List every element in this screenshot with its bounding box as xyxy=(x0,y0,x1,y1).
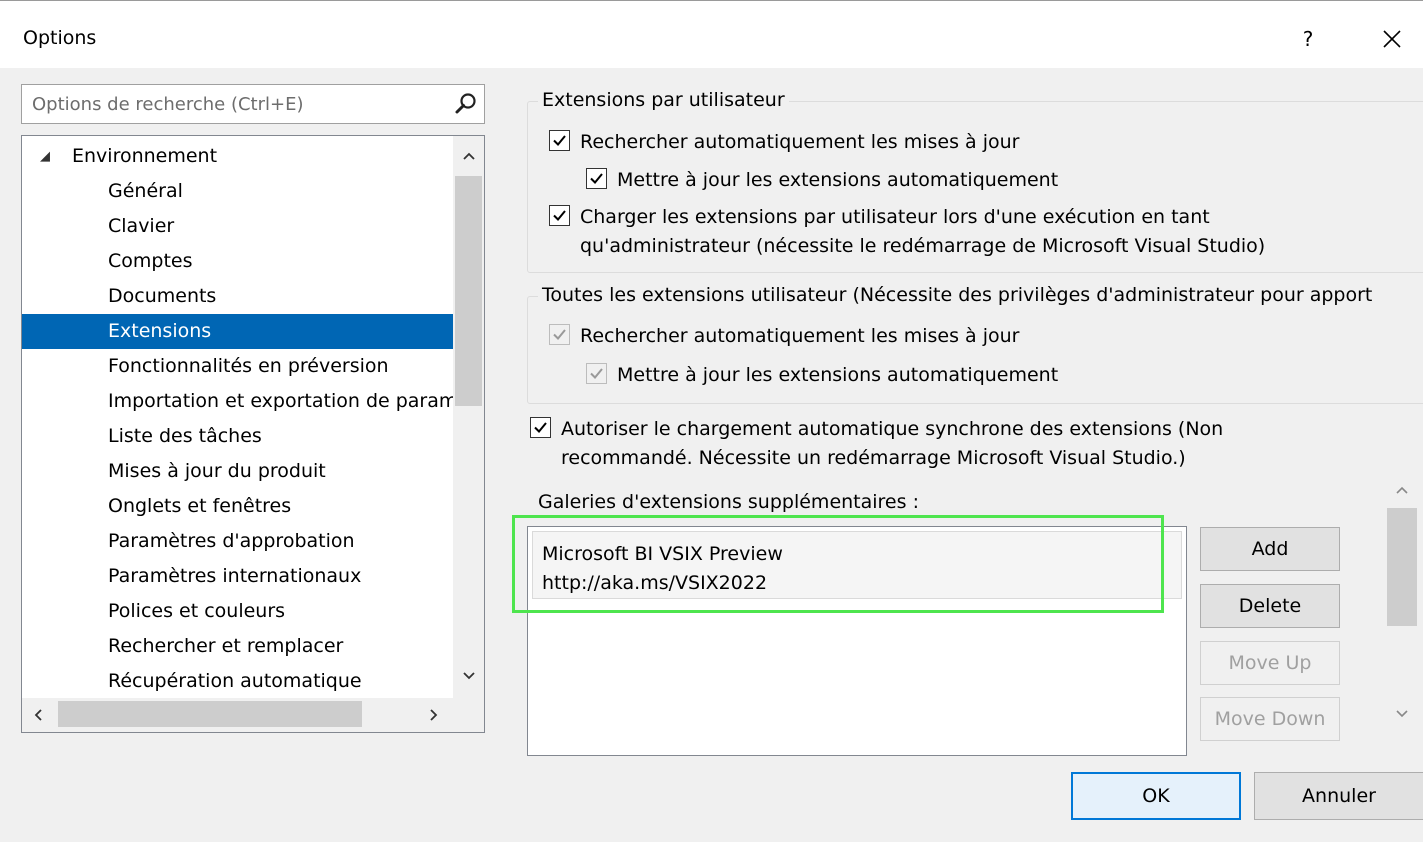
expand-arrow-icon[interactable]: ◢ xyxy=(40,139,50,174)
cancel-button[interactable]: Annuler xyxy=(1254,772,1423,820)
tree-item-onglets[interactable]: Onglets et fenêtres xyxy=(22,489,453,524)
close-icon xyxy=(1383,30,1401,48)
checkmark-icon xyxy=(590,368,603,379)
tree-item-polices[interactable]: Polices et couleurs xyxy=(22,594,453,629)
tree-item-rechercher[interactable]: Rechercher et remplacer xyxy=(22,629,453,664)
checkmark-icon xyxy=(590,173,603,184)
scroll-left-icon[interactable] xyxy=(30,707,46,723)
dialog-title: Options xyxy=(23,27,97,49)
tree-item-importation[interactable]: Importation et exportation de paramètres xyxy=(22,384,453,419)
gallery-item-url: http://aka.ms/VSIX2022 xyxy=(542,572,768,594)
scroll-down-icon[interactable] xyxy=(1395,706,1409,720)
ok-button[interactable]: OK xyxy=(1071,772,1241,820)
galleries-list[interactable]: Microsoft BI VSIX Preview http://aka.ms/… xyxy=(527,526,1187,756)
tree-item-approbation[interactable]: Paramètres d'approbation xyxy=(22,524,453,559)
tree-item-fonctionnalites[interactable]: Fonctionnalités en préversion xyxy=(22,349,453,384)
tree-vertical-scrollbar[interactable] xyxy=(453,136,484,698)
delete-button[interactable]: Delete xyxy=(1200,584,1340,628)
all-users-auto-check-checkbox xyxy=(549,324,570,345)
galleries-label: Galeries d'extensions supplémentaires : xyxy=(538,491,919,513)
options-panel-scroll-thumb[interactable] xyxy=(1387,508,1417,626)
close-button[interactable] xyxy=(1372,21,1412,57)
tree-item-extensions[interactable]: Extensions xyxy=(22,314,453,349)
scroll-down-icon[interactable] xyxy=(461,668,477,684)
tree-horizontal-scrollbar[interactable] xyxy=(22,698,453,732)
scroll-right-icon[interactable] xyxy=(426,707,442,723)
per-user-auto-check-checkbox[interactable] xyxy=(549,130,570,151)
tree-item-recuperation[interactable]: Récupération automatique xyxy=(22,664,453,699)
search-icon[interactable] xyxy=(454,92,478,116)
per-user-auto-update-checkbox[interactable] xyxy=(586,168,607,189)
scroll-up-icon[interactable] xyxy=(461,148,477,164)
gallery-item[interactable]: Microsoft BI VSIX Preview http://aka.ms/… xyxy=(532,531,1182,599)
tree-node-environnement[interactable]: ◢ Environnement xyxy=(22,139,453,174)
tree-horizontal-scroll-thumb[interactable] xyxy=(58,701,362,727)
options-tree[interactable]: ◢ Environnement Général Clavier Comptes … xyxy=(21,135,485,733)
checkmark-icon xyxy=(553,329,566,340)
search-box xyxy=(21,84,485,124)
gallery-item-name: Microsoft BI VSIX Preview xyxy=(542,543,783,565)
options-panel-scrollbar[interactable] xyxy=(1385,478,1419,733)
tree-vertical-scroll-thumb[interactable] xyxy=(455,176,482,406)
checkmark-icon xyxy=(553,135,566,146)
tree-item-documents[interactable]: Documents xyxy=(22,279,453,314)
add-button[interactable]: Add xyxy=(1200,527,1340,571)
all-users-legend: Toutes les extensions utilisateur (Néces… xyxy=(538,284,1423,306)
checkmark-icon xyxy=(553,210,566,221)
per-user-load-admin-checkbox[interactable] xyxy=(549,205,570,226)
per-user-legend: Extensions par utilisateur xyxy=(538,89,789,111)
tree-item-general[interactable]: Général xyxy=(22,174,453,209)
sync-load-checkbox[interactable] xyxy=(530,417,551,438)
title-bar: Options ? xyxy=(0,0,1423,68)
tree-item-internationaux[interactable]: Paramètres internationaux xyxy=(22,559,453,594)
move-down-button: Move Down xyxy=(1200,697,1340,741)
help-button[interactable]: ? xyxy=(1290,23,1326,55)
scroll-corner xyxy=(453,698,484,732)
checkmark-icon xyxy=(534,422,547,433)
all-users-auto-update-checkbox xyxy=(586,363,607,384)
move-up-button: Move Up xyxy=(1200,641,1340,685)
tree-item-liste-taches[interactable]: Liste des tâches xyxy=(22,419,453,454)
scroll-up-icon[interactable] xyxy=(1395,484,1409,498)
search-input[interactable] xyxy=(22,85,442,123)
tree-item-mises-a-jour[interactable]: Mises à jour du produit xyxy=(22,454,453,489)
tree-item-clavier[interactable]: Clavier xyxy=(22,209,453,244)
tree-item-comptes[interactable]: Comptes xyxy=(22,244,453,279)
